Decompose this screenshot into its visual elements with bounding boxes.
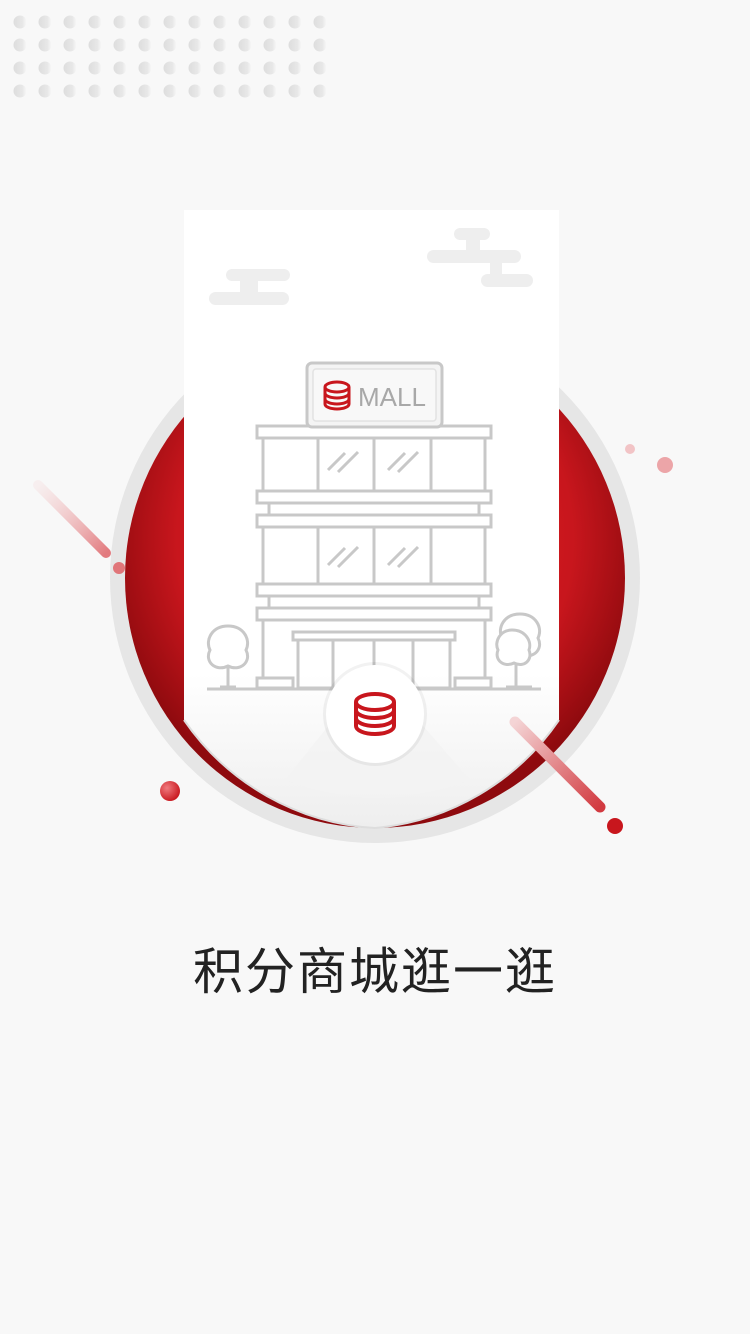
streak-left (33, 480, 111, 558)
floating-dot (657, 457, 673, 473)
coin-badge (323, 662, 427, 766)
floating-dot (607, 818, 623, 834)
floating-dot (113, 562, 125, 574)
mall-sign-label: MALL (358, 382, 426, 412)
floating-dot (160, 781, 180, 801)
mall-illustration: MALL (33, 210, 673, 843)
onboarding-caption: 积分商城逛一逛 (193, 943, 557, 1001)
floating-dot (625, 444, 635, 454)
onboarding-screen: MALL 积分商城逛一逛 (0, 0, 750, 1334)
